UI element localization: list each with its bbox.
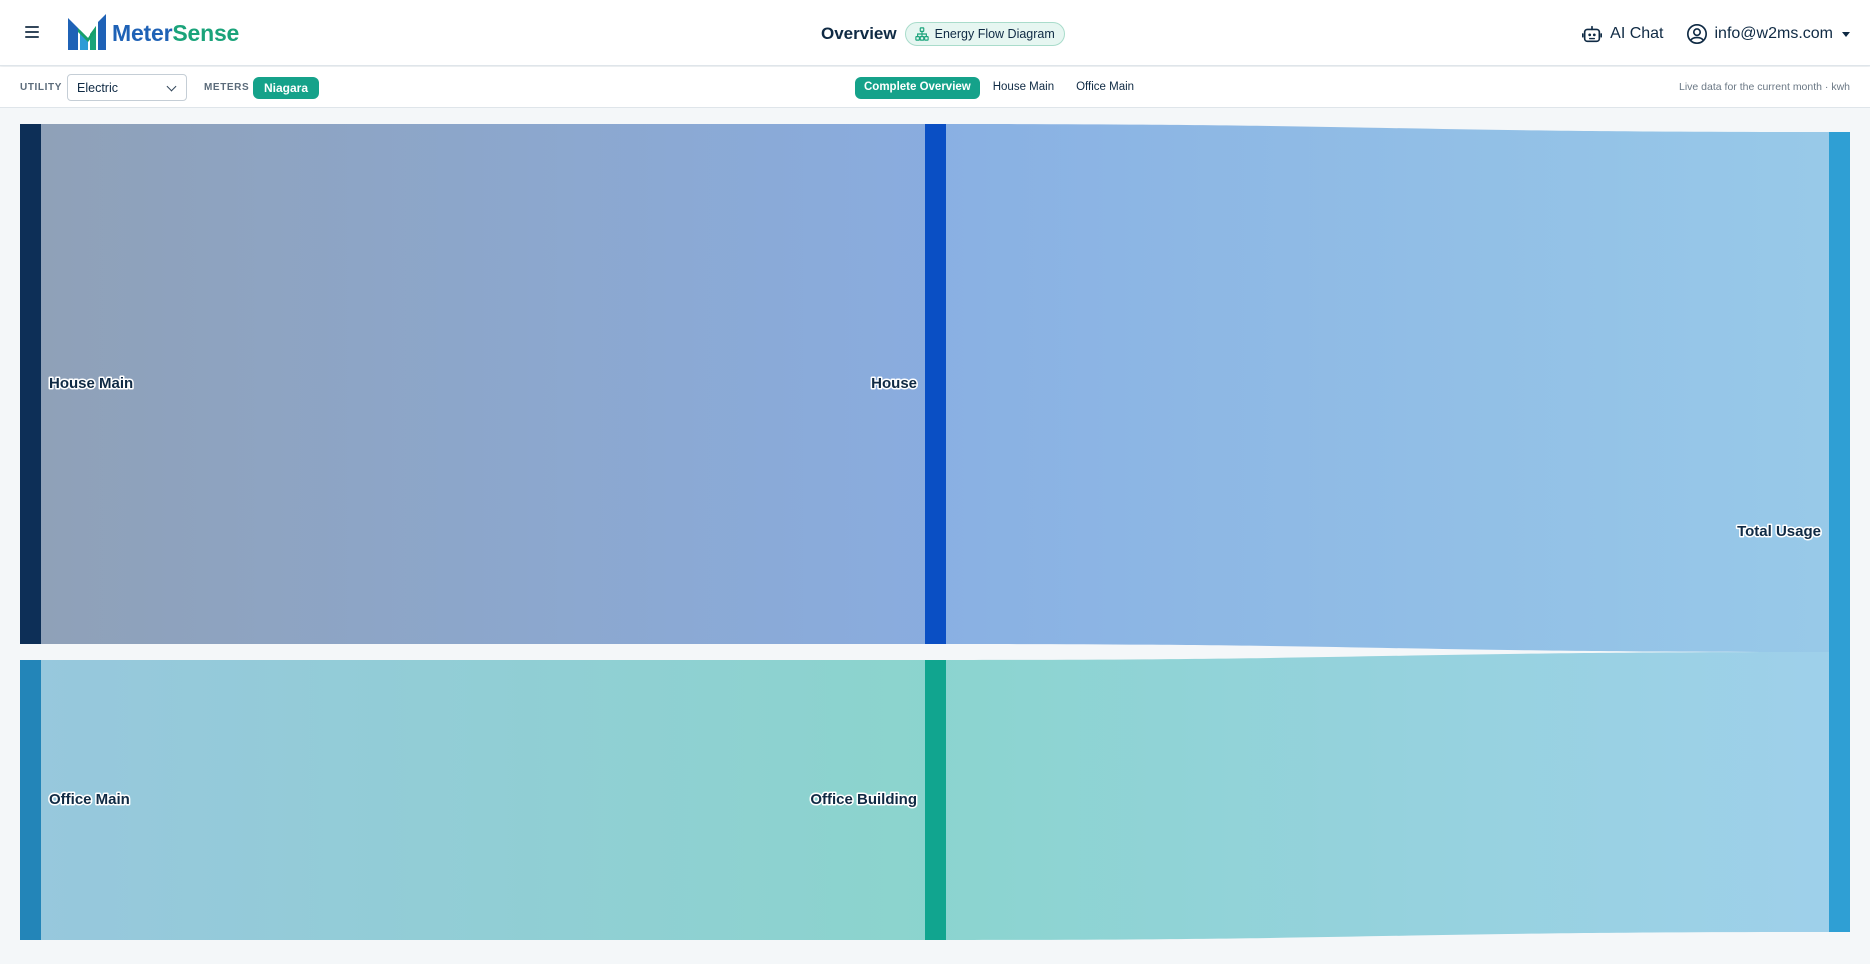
node-total-usage[interactable]	[1829, 132, 1850, 932]
ai-chat-button[interactable]: AI Chat	[1581, 23, 1664, 45]
node-label-total-usage: Total Usage	[1737, 523, 1821, 540]
nav-right: AI Chat info@w2ms.com	[1581, 20, 1850, 48]
user-menu[interactable]: info@w2ms.com	[1686, 23, 1850, 45]
node-label-office-main: Office Main	[49, 791, 130, 808]
chevron-down-icon	[1842, 31, 1850, 37]
utility-select[interactable]: Electric	[67, 74, 187, 101]
filter-toolbar: UTILITY Electric METERS Niagara Complete…	[0, 67, 1870, 108]
tab-complete-overview[interactable]: Complete Overview	[855, 77, 980, 99]
brand-name: MeterSense	[112, 20, 239, 47]
logo-mark-icon	[68, 14, 106, 50]
node-house-main[interactable]	[20, 124, 41, 644]
brand-name-part1: Meter	[112, 19, 173, 46]
view-tabs: Complete Overview House Main Office Main	[855, 77, 1143, 99]
sitemap-icon	[914, 27, 929, 41]
ai-chat-label: AI Chat	[1610, 25, 1664, 42]
utility-label: UTILITY	[20, 82, 62, 93]
page-title: Overview	[821, 24, 897, 43]
energy-flow-sankey: House Main Office Main House Office Buil…	[20, 124, 1850, 940]
flow-link-office-building-to-total-usage[interactable]	[946, 652, 1829, 940]
node-house[interactable]	[925, 124, 946, 644]
node-office-main[interactable]	[20, 660, 41, 940]
hamburger-icon[interactable]	[22, 23, 42, 41]
node-label-office-building: Office Building	[810, 791, 917, 808]
user-circle-icon	[1686, 24, 1707, 44]
flow-link-office-main-to-office-building[interactable]	[41, 660, 925, 940]
flow-link-house-main-to-house[interactable]	[41, 124, 925, 644]
node-office-building[interactable]	[925, 660, 946, 940]
energy-flow-badge-label: Energy Flow Diagram	[934, 27, 1055, 41]
meters-label: METERS	[204, 82, 250, 93]
chevron-down-icon	[166, 81, 177, 92]
node-label-house-main: House Main	[49, 375, 133, 392]
energy-flow-badge[interactable]: Energy Flow Diagram	[904, 22, 1065, 46]
top-navbar: MeterSense Overview Energy Flow Diagram	[0, 0, 1870, 66]
user-email: info@w2ms.com	[1714, 25, 1834, 42]
live-data-note: Live data for the current month · kwh	[1679, 81, 1850, 93]
utility-select-value: Electric	[77, 81, 118, 95]
tab-house-main[interactable]: House Main	[984, 77, 1063, 99]
node-label-house: House	[871, 375, 917, 392]
meter-chip-niagara[interactable]: Niagara	[253, 77, 320, 99]
brand-name-part2: Sense	[172, 19, 240, 46]
flow-link-house-to-total-usage[interactable]	[946, 124, 1829, 652]
robot-icon	[1582, 25, 1603, 43]
app-logo[interactable]: MeterSense	[66, 12, 239, 54]
page-header: Overview Energy Flow Diagram	[821, 20, 1065, 48]
tab-office-main[interactable]: Office Main	[1067, 77, 1143, 99]
